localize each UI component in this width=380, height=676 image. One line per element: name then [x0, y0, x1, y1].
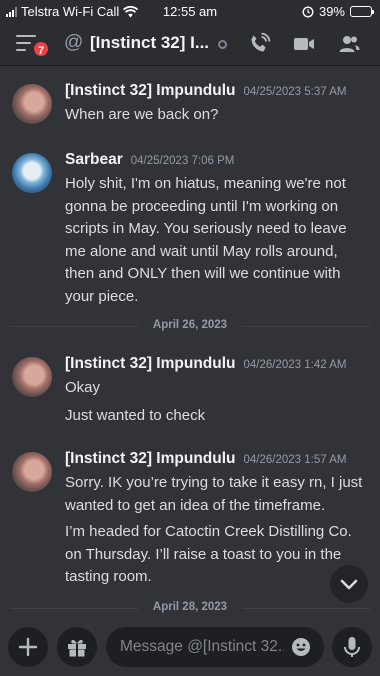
status-offline-icon — [218, 40, 227, 49]
chat-header: 7 @ [Instinct 32] I... — [0, 22, 380, 66]
message-timestamp: 04/25/2023 7:06 PM — [130, 155, 235, 167]
message-timestamp: 04/26/2023 1:57 AM — [243, 454, 347, 466]
date-divider-label: April 28, 2023 — [152, 601, 228, 613]
voice-message-button[interactable] — [332, 627, 372, 667]
message-text: Okay — [65, 379, 101, 396]
battery-percent: 39% — [318, 4, 345, 19]
author-name[interactable]: Sarbear — [65, 151, 123, 169]
avatar[interactable] — [12, 84, 52, 124]
members-icon[interactable] — [337, 32, 361, 56]
message-composer — [0, 617, 380, 676]
message-timestamp: 04/26/2023 1:42 AM — [243, 359, 347, 371]
message-text: When are we back on? — [65, 106, 219, 123]
video-call-icon[interactable] — [292, 32, 316, 56]
message-list[interactable]: [Instinct 32] Impundulu 04/25/2023 5:37 … — [0, 67, 380, 617]
alarm-icon — [302, 5, 314, 18]
voice-call-icon[interactable] — [247, 32, 271, 56]
author-name[interactable]: [Instinct 32] Impundulu — [65, 355, 236, 373]
date-divider: April 28, 2023 — [10, 601, 370, 615]
battery-icon — [350, 6, 374, 17]
message-timestamp: 04/25/2023 5:37 AM — [243, 86, 347, 98]
avatar[interactable] — [12, 357, 52, 397]
at-icon: @ — [64, 32, 84, 53]
avatar[interactable] — [12, 452, 52, 492]
jump-to-latest-button[interactable] — [330, 565, 368, 603]
unread-badge: 7 — [32, 40, 50, 58]
add-attachment-button[interactable] — [8, 627, 48, 667]
message-text: Just wanted to check — [65, 407, 206, 424]
microphone-icon — [344, 637, 360, 657]
author-name[interactable]: [Instinct 32] Impundulu — [65, 450, 236, 468]
avatar[interactable] — [12, 153, 52, 193]
plus-icon — [18, 637, 38, 657]
emoji-icon[interactable] — [291, 637, 311, 657]
status-bar: Telstra Wi-Fi Call 12:55 am 39% — [0, 0, 380, 22]
status-right: 39% — [302, 4, 374, 19]
date-divider: April 26, 2023 — [10, 319, 370, 333]
message-text: Holy shit, I'm on hiatus, meaning we're … — [65, 175, 347, 305]
message-text: I’m headed for Catoctin Creek Distilling… — [65, 523, 352, 585]
chevron-down-icon — [340, 579, 358, 590]
author-name[interactable]: [Instinct 32] Impundulu — [65, 82, 236, 100]
dm-title[interactable]: [Instinct 32] I... — [90, 33, 209, 53]
date-divider-label: April 26, 2023 — [152, 319, 228, 331]
gift-button[interactable] — [57, 627, 97, 667]
gift-icon — [68, 639, 86, 657]
message-text: Sorry. IK you’re trying to take it easy … — [65, 474, 363, 514]
